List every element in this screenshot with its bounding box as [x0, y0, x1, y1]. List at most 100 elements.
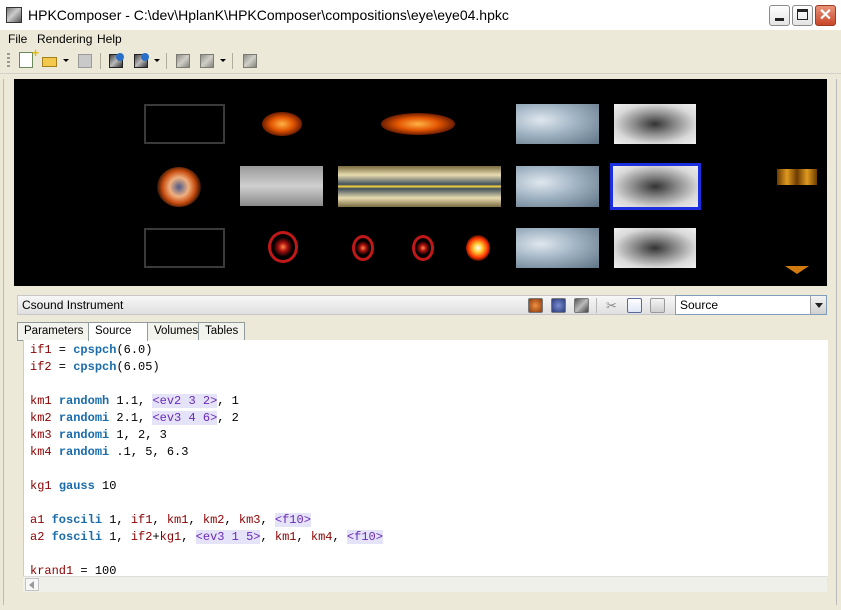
code-token: cpspch	[73, 360, 117, 374]
new-file-icon	[19, 52, 33, 68]
render-options-icon	[200, 54, 214, 68]
code-line: if2 = cpspch(6.05)	[30, 359, 160, 375]
panel-title: Csound Instrument	[22, 298, 124, 312]
stop-icon	[243, 54, 257, 68]
toolbar-separator	[232, 53, 233, 69]
code-line: a1 foscili 1, if1, km1, km2, km3, <f10>	[30, 512, 311, 528]
add-layer-button[interactable]	[107, 52, 125, 70]
panel-separator	[596, 298, 597, 313]
render-icon	[176, 54, 190, 68]
tab-tables[interactable]: Tables	[198, 322, 245, 340]
paste-icon[interactable]	[650, 298, 665, 313]
horizontal-scrollbar[interactable]	[23, 576, 827, 592]
title-bar: HPKComposer - C:\dev\HplanK\HPKComposer\…	[0, 0, 841, 30]
copy-icon[interactable]	[627, 298, 642, 313]
code-line: km1 randomh 1.1, <ev2 3 2>, 1	[30, 393, 239, 409]
code-token: ,	[224, 513, 239, 527]
close-icon: ✕	[818, 7, 833, 24]
code-token: if1	[30, 343, 52, 357]
save-button[interactable]	[76, 52, 94, 70]
code-token: km4	[30, 445, 52, 459]
instrument-settings-button[interactable]	[574, 298, 589, 313]
layer-tile-orange-ellipse[interactable]	[381, 113, 455, 135]
code-token: =	[51, 360, 74, 374]
menu-file[interactable]: File	[8, 32, 27, 46]
composition-viewer[interactable]	[14, 79, 827, 286]
add-instrument-dropdown-icon[interactable]	[154, 59, 160, 62]
menu-help[interactable]: Help	[97, 32, 122, 46]
layer-tile-blue-texture[interactable]	[516, 166, 599, 207]
layer-tile-iris-stripe[interactable]	[338, 166, 501, 207]
tab-source[interactable]: Source	[88, 322, 148, 341]
layer-tile-grey-texture[interactable]	[614, 104, 696, 144]
layer-tile-selected[interactable]	[610, 163, 701, 210]
code-token: randomi	[58, 428, 110, 442]
new-button[interactable]	[17, 52, 35, 70]
code-line: km4 randomi .1, 5, 6.3	[30, 444, 188, 460]
layer-tile-blue-texture[interactable]	[516, 104, 599, 144]
code-token: if1	[130, 513, 153, 527]
code-token: ,	[296, 530, 311, 544]
maximize-button[interactable]	[792, 5, 813, 26]
layer-tile-gold-pattern[interactable]	[777, 169, 817, 185]
layer-tile-empty[interactable]	[144, 104, 225, 144]
layer-tile-red-ring[interactable]	[268, 231, 298, 263]
toolbar-grip[interactable]	[7, 53, 10, 69]
tab-volumes[interactable]: Volumes	[147, 322, 199, 340]
code-token: a2	[30, 530, 45, 544]
code-token: km1	[166, 513, 189, 527]
code-token: a1	[30, 513, 45, 527]
code-token: = 100	[73, 564, 117, 576]
open-button[interactable]	[41, 52, 59, 70]
code-token: 1,	[102, 530, 131, 544]
app-icon	[6, 7, 22, 23]
view-mode-select[interactable]: Source	[675, 295, 827, 315]
toolbar	[0, 49, 841, 74]
layer-tile-red-ring[interactable]	[412, 235, 434, 261]
code-token: km2	[30, 411, 52, 425]
play-instrument-button[interactable]	[528, 298, 543, 313]
menu-rendering[interactable]: Rendering	[37, 32, 92, 46]
layer-tile-orange-spark[interactable]	[466, 235, 490, 261]
view-mode-value: Source	[680, 298, 719, 312]
render-button[interactable]	[174, 52, 192, 70]
layer-tile-blue-texture[interactable]	[516, 228, 599, 268]
render-dropdown-icon[interactable]	[220, 59, 226, 62]
render-options-button[interactable]	[198, 52, 216, 70]
add-instrument-icon	[134, 53, 149, 68]
chevron-down-icon[interactable]	[810, 296, 826, 314]
layer-tile-orange-blob[interactable]	[262, 112, 302, 136]
code-token: foscili	[51, 513, 103, 527]
add-instrument-button[interactable]	[132, 52, 150, 70]
code-token: <ev3 1 5>	[195, 530, 261, 544]
code-token: km3	[30, 428, 52, 442]
source-code-editor[interactable]: if1 = cpspch(6.0) if2 = cpspch(6.05) km1 r…	[23, 340, 828, 576]
window-frame-right	[836, 79, 837, 605]
code-line: a2 foscili 1, if2+kg1, <ev3 1 5>, km1, k…	[30, 529, 383, 545]
layer-tile-eye[interactable]	[157, 167, 201, 207]
layer-tile-red-ring[interactable]	[352, 235, 374, 261]
layer-tile-empty[interactable]	[144, 228, 225, 268]
scroll-down-arrow-icon[interactable]	[785, 266, 809, 274]
preview-instrument-button[interactable]	[551, 298, 566, 313]
folder-open-icon	[42, 57, 57, 67]
code-token: 1.1,	[109, 394, 153, 408]
close-button[interactable]: ✕	[815, 5, 836, 26]
open-dropdown-icon[interactable]	[63, 59, 69, 62]
tab-parameters[interactable]: Parameters	[17, 322, 89, 340]
code-token: ,	[260, 530, 275, 544]
layer-tile-grey-texture[interactable]	[614, 228, 696, 268]
scroll-left-arrow-icon[interactable]	[25, 578, 39, 591]
code-token: <ev3 4 6>	[152, 411, 218, 425]
layer-tile-grey-gradient[interactable]	[240, 166, 323, 206]
code-token: 10	[94, 479, 117, 493]
stop-button[interactable]	[241, 52, 259, 70]
cut-icon[interactable]: ✂	[604, 298, 619, 313]
code-token: <f10>	[274, 513, 311, 527]
toolbar-separator	[166, 53, 167, 69]
minimize-button[interactable]	[769, 5, 790, 26]
code-token: =	[51, 343, 74, 357]
